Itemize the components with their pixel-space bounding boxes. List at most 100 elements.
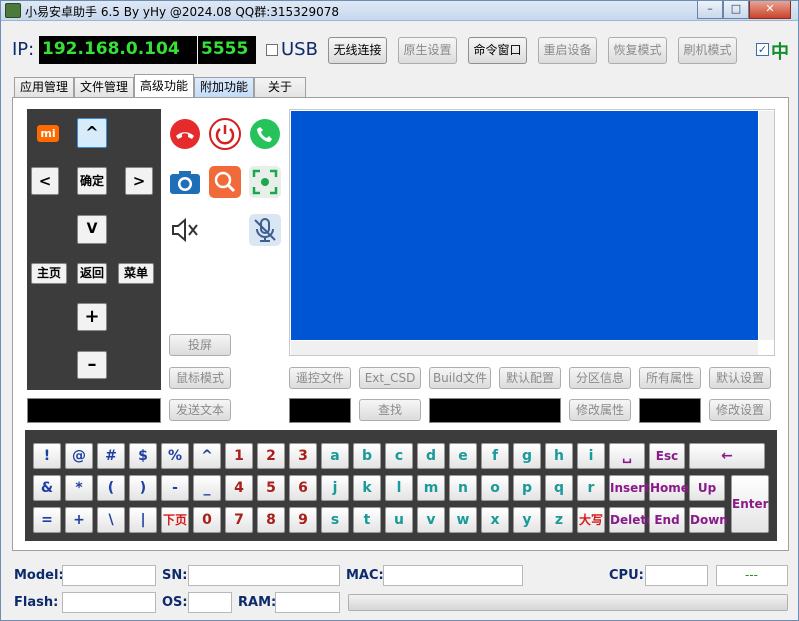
native-settings-button[interactable]: 原生设置 (398, 37, 457, 64)
screen-preview[interactable] (289, 109, 775, 356)
remote-file-button[interactable]: 遥控文件 (289, 367, 351, 389)
key-row3-15[interactable]: y (513, 507, 541, 533)
key-row2-16[interactable]: q (545, 475, 573, 501)
command-window-button[interactable]: 命令窗口 (468, 37, 527, 64)
key-row3-2[interactable]: \ (97, 507, 125, 533)
key-row3-4[interactable]: 下页 (161, 507, 189, 533)
key-row1-14[interactable]: f (481, 443, 509, 469)
default-config-button[interactable]: 默认配置 (499, 367, 561, 389)
up-button[interactable]: ^ (77, 118, 107, 148)
key-row2-4[interactable]: - (161, 475, 189, 501)
key-row3-0[interactable]: = (33, 507, 61, 533)
key-row2-15[interactable]: p (513, 475, 541, 501)
key-row3-19[interactable]: End (649, 507, 685, 533)
find-input[interactable] (289, 398, 351, 423)
down-button[interactable]: V (77, 215, 107, 244)
key-row1-16[interactable]: h (545, 443, 573, 469)
build-file-button[interactable]: Build文件 (429, 367, 491, 389)
key-row1-5[interactable]: ^ (193, 443, 221, 469)
key-row1-13[interactable]: e (449, 443, 477, 469)
key-row1-9[interactable]: a (321, 443, 349, 469)
mi-logo-icon[interactable]: mi (37, 125, 59, 142)
reboot-device-button[interactable]: 重启设备 (538, 37, 597, 64)
key-row1-7[interactable]: 2 (257, 443, 285, 469)
key-row2-6[interactable]: 4 (225, 475, 253, 501)
key-row3-3[interactable]: | (129, 507, 157, 533)
modify-settings-button[interactable]: 修改设置 (709, 399, 771, 421)
mute-icon[interactable] (169, 214, 201, 246)
key-row3-7[interactable]: 8 (257, 507, 285, 533)
left-button[interactable]: < (31, 167, 59, 195)
home-button[interactable]: 主页 (31, 263, 67, 284)
volume-up-button[interactable]: + (77, 303, 107, 331)
horizontal-scrollbar[interactable] (291, 341, 758, 355)
tab-addons[interactable]: 附加功能 (194, 77, 254, 97)
right-button[interactable]: > (125, 167, 153, 195)
key-row3-5[interactable]: 0 (193, 507, 221, 533)
phone-icon[interactable] (249, 118, 281, 150)
key-row1-20[interactable]: ← (689, 443, 765, 469)
key-row3-16[interactable]: z (545, 507, 573, 533)
key-row2-12[interactable]: m (417, 475, 445, 501)
screenshot-icon[interactable] (249, 166, 281, 198)
key-row2-10[interactable]: k (353, 475, 381, 501)
flash-mode-button[interactable]: 刷机模式 (678, 37, 737, 64)
property-input[interactable] (429, 398, 561, 423)
vertical-scrollbar[interactable] (759, 111, 774, 340)
key-row1-19[interactable]: Esc (649, 443, 685, 469)
power-icon[interactable] (209, 118, 241, 150)
mic-icon[interactable] (249, 214, 281, 246)
key-row2-1[interactable]: * (65, 475, 93, 501)
minimize-button[interactable]: – (697, 1, 723, 19)
tab-advanced[interactable]: 高级功能 (134, 74, 194, 98)
wireless-connect-button[interactable]: 无线连接 (328, 37, 387, 64)
key-row3-11[interactable]: u (385, 507, 413, 533)
key-row3-12[interactable]: v (417, 507, 445, 533)
key-row1-15[interactable]: g (513, 443, 541, 469)
send-text-input[interactable] (27, 398, 161, 423)
key-row2-13[interactable]: n (449, 475, 477, 501)
back-button[interactable]: 返回 (77, 263, 107, 284)
key-row3-6[interactable]: 7 (225, 507, 253, 533)
key-row3-1[interactable]: + (65, 507, 93, 533)
key-row3-18[interactable]: Delete (609, 507, 654, 533)
key-row3-9[interactable]: s (321, 507, 349, 533)
partition-info-button[interactable]: 分区信息 (569, 367, 631, 389)
key-row1-1[interactable]: @ (65, 443, 93, 469)
key-row1-0[interactable]: ! (33, 443, 61, 469)
recovery-mode-button[interactable]: 恢复模式 (608, 37, 667, 64)
key-row1-11[interactable]: c (385, 443, 413, 469)
key-row2-2[interactable]: ( (97, 475, 125, 501)
key-row1-10[interactable]: b (353, 443, 381, 469)
key-row1-18[interactable]: ␣ (609, 443, 645, 469)
tab-file-manager[interactable]: 文件管理 (74, 77, 134, 97)
key-row3-14[interactable]: x (481, 507, 509, 533)
key-row3-20[interactable]: Down (689, 507, 728, 533)
menu-button[interactable]: 菜单 (118, 263, 154, 284)
port-input[interactable]: 5555 (198, 36, 256, 64)
modify-property-button[interactable]: 修改属性 (569, 399, 631, 421)
screen-canvas[interactable] (291, 111, 758, 340)
tab-app-manager[interactable]: 应用管理 (14, 77, 74, 97)
key-row2-5[interactable]: _ (193, 475, 221, 501)
key-row3-13[interactable]: w (449, 507, 477, 533)
tab-about[interactable]: 关于 (254, 77, 306, 97)
key-row1-4[interactable]: % (161, 443, 189, 469)
send-text-button[interactable]: 发送文本 (169, 399, 231, 421)
mouse-mode-button[interactable]: 鼠标模式 (169, 367, 231, 389)
ext-csd-button[interactable]: Ext_CSD (359, 367, 421, 389)
volume-down-button[interactable]: – (77, 351, 107, 379)
key-row2-3[interactable]: ) (129, 475, 157, 501)
lang-checkbox[interactable]: ✓ (756, 43, 769, 56)
camera-icon[interactable] (169, 166, 201, 198)
key-row2-0[interactable]: & (33, 475, 61, 501)
setting-input[interactable] (639, 398, 701, 423)
key-row2-17[interactable]: r (577, 475, 605, 501)
key-row1-8[interactable]: 3 (289, 443, 317, 469)
enter-key[interactable]: Enter (731, 475, 769, 533)
key-row2-18[interactable]: Insert (609, 475, 650, 501)
all-properties-button[interactable]: 所有属性 (639, 367, 701, 389)
key-row2-8[interactable]: 6 (289, 475, 317, 501)
ip-input[interactable]: 192.168.0.104 (39, 36, 197, 64)
cast-button[interactable]: 投屏 (169, 334, 231, 356)
